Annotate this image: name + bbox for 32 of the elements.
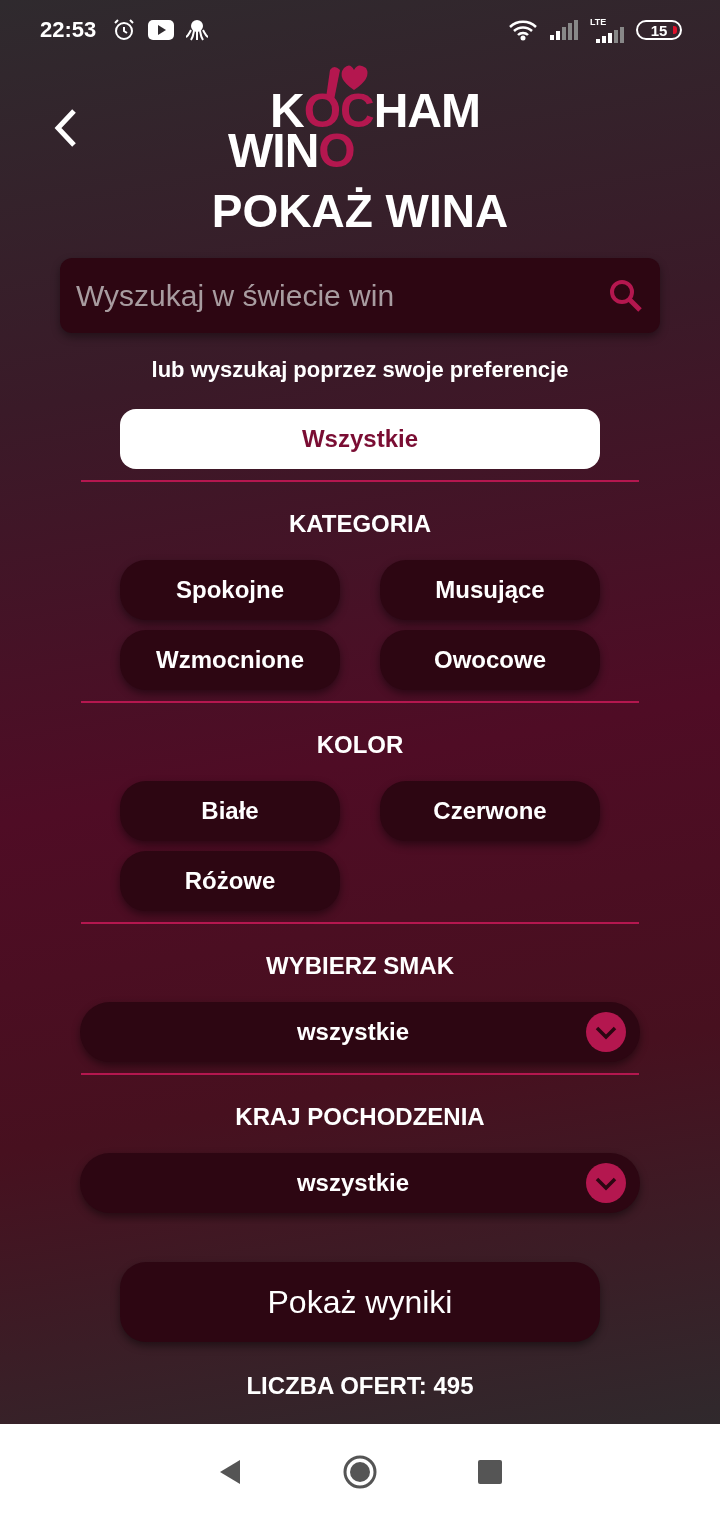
play-icon (148, 20, 175, 40)
section-heading: KOLOR (316, 731, 404, 759)
offer-count: LICZBA OFERT: 495 (245, 1372, 475, 1400)
section-heading: KATEGORIA (288, 510, 432, 538)
signal-icon (550, 20, 578, 40)
filter-chip[interactable]: Musujące (380, 560, 600, 620)
show-results-button[interactable]: Pokaż wyniki (120, 1262, 600, 1342)
filter-chip[interactable]: Wzmocnione (120, 630, 340, 690)
wifi-icon (508, 19, 538, 41)
search-field[interactable]: Wyszukaj w świecie win (60, 258, 660, 333)
all-button[interactable]: Wszystkie (120, 409, 600, 469)
page-title: POKAŻ WINA (211, 184, 509, 238)
back-icon[interactable] (218, 1459, 242, 1485)
section-heading: WYBIERZ SMAK (266, 952, 454, 980)
clock: 22:53 (40, 17, 97, 43)
filter-chip[interactable]: Owocowe (380, 630, 600, 690)
section-heading: KRAJ POCHODZENIA (235, 1103, 485, 1131)
dropdown[interactable]: wszystkie (80, 1153, 640, 1213)
network-type: LTE (590, 17, 607, 27)
filter-chip[interactable]: Różowe (120, 851, 340, 911)
subtitle: lub wyszukaj poprzez swoje preferencje (151, 357, 569, 383)
search-icon (608, 278, 644, 314)
filter-chip[interactable]: Białe (120, 781, 340, 841)
octopus-icon (186, 19, 209, 41)
chevron-down-icon (586, 1012, 626, 1052)
dropdown[interactable]: wszystkie (80, 1002, 640, 1062)
battery-indicator: 15 (636, 20, 682, 40)
logo: KOCHAM WINO (226, 62, 496, 174)
filter-chip[interactable]: Spokojne (120, 560, 340, 620)
home-icon[interactable] (342, 1454, 378, 1490)
filter-chip[interactable]: Czerwone (380, 781, 600, 841)
chevron-down-icon (586, 1163, 626, 1203)
